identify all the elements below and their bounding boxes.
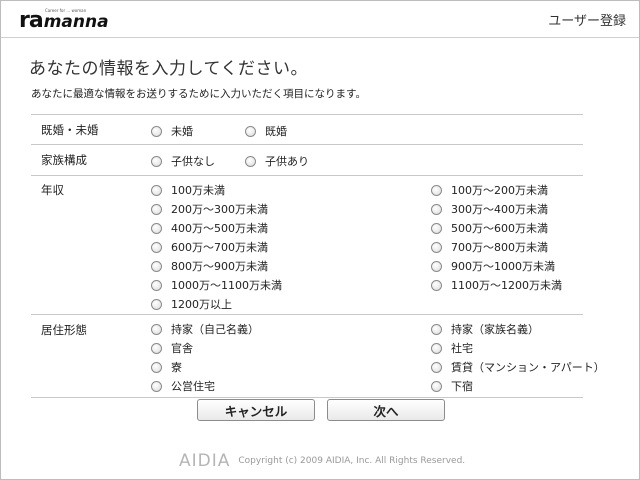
income-option[interactable]: 1000万～1100万未満	[151, 277, 282, 293]
copyright-text: Copyright (c) 2009 AIDIA, Inc. All Right…	[238, 456, 466, 466]
radio-icon[interactable]	[245, 125, 256, 137]
logo-ra: ra	[19, 8, 44, 33]
option-label: 賃貸（マンション・アパート）	[451, 361, 605, 374]
logo-manna: manna	[43, 12, 109, 32]
radio-icon[interactable]	[151, 279, 162, 291]
option-label: 100万～200万未満	[451, 184, 548, 197]
next-button[interactable]: 次へ	[327, 399, 445, 421]
option-label: 500万～600万未満	[451, 222, 548, 235]
residence-option[interactable]: 持家（自己名義）	[151, 321, 259, 337]
family-label: 家族構成	[41, 153, 87, 167]
profile-form: 既婚・未婚 未婚 既婚 家族構成 子供なし 子供あり 年収 100万未満 200…	[31, 114, 605, 398]
residence-label: 居住形態	[41, 323, 87, 337]
family-option-no-children[interactable]: 子供なし	[151, 153, 215, 169]
radio-icon[interactable]	[431, 342, 442, 354]
option-label: 100万未満	[171, 184, 225, 197]
income-option[interactable]: 500万～600万未満	[431, 220, 548, 236]
option-label: 既婚	[265, 125, 287, 138]
residence-option[interactable]: 公営住宅	[151, 378, 215, 394]
residence-option[interactable]: 寮	[151, 359, 182, 375]
ramanna-logo[interactable]: Career for ... woman ra manna	[19, 7, 109, 33]
family-option-has-children[interactable]: 子供あり	[245, 153, 309, 169]
header: Career for ... woman ra manna ユーザー登録	[1, 1, 639, 38]
income-option[interactable]: 600万～700万未満	[151, 239, 268, 255]
income-option[interactable]: 300万～400万未満	[431, 201, 548, 217]
residence-row: 居住形態 持家（自己名義） 官舎 寮 公営住宅 持家（家族名義） 社宅 賃貸（マ…	[31, 314, 605, 398]
marital-row: 既婚・未婚 未婚 既婚	[31, 114, 583, 144]
option-label: 公営住宅	[171, 380, 215, 393]
income-option[interactable]: 200万～300万未満	[151, 201, 268, 217]
residence-option[interactable]: 社宅	[431, 340, 473, 356]
option-label: 寮	[171, 361, 182, 374]
marital-label: 既婚・未婚	[41, 123, 99, 137]
radio-icon[interactable]	[151, 323, 162, 335]
main-heading: あなたの情報を入力してください。	[29, 59, 308, 79]
option-label: 1100万～1200万未満	[451, 279, 562, 292]
radio-icon[interactable]	[151, 184, 162, 196]
radio-icon[interactable]	[431, 260, 442, 272]
income-option[interactable]: 100万～200万未満	[431, 182, 548, 198]
option-label: 下宿	[451, 380, 473, 393]
option-label: 持家（家族名義）	[451, 323, 539, 336]
radio-icon[interactable]	[151, 380, 162, 392]
radio-icon[interactable]	[151, 361, 162, 373]
option-label: 300万～400万未満	[451, 203, 548, 216]
radio-icon[interactable]	[151, 260, 162, 272]
radio-icon[interactable]	[151, 298, 162, 310]
radio-icon[interactable]	[431, 380, 442, 392]
radio-icon[interactable]	[151, 203, 162, 215]
aidia-logo: AIDIA	[179, 451, 231, 471]
option-label: 未婚	[171, 125, 193, 138]
option-label: 400万～500万未満	[171, 222, 268, 235]
option-label: 子供あり	[265, 155, 309, 168]
income-option[interactable]: 800万～900万未満	[151, 258, 268, 274]
income-option[interactable]: 1200万以上	[151, 296, 232, 312]
family-row: 家族構成 子供なし 子供あり	[31, 144, 583, 175]
income-option[interactable]: 400万～500万未満	[151, 220, 268, 236]
income-option[interactable]: 1100万～1200万未満	[431, 277, 562, 293]
option-label: 1200万以上	[171, 298, 232, 311]
radio-icon[interactable]	[431, 222, 442, 234]
radio-icon[interactable]	[151, 155, 162, 167]
option-label: 900万～1000万未満	[451, 260, 555, 273]
residence-option[interactable]: 下宿	[431, 378, 473, 394]
radio-icon[interactable]	[151, 222, 162, 234]
income-label: 年収	[41, 183, 64, 197]
radio-icon[interactable]	[431, 241, 442, 253]
logo-tagline: Career for ... woman	[45, 8, 87, 13]
option-label: 官舎	[171, 342, 193, 355]
radio-icon[interactable]	[245, 155, 256, 167]
residence-option[interactable]: 持家（家族名義）	[431, 321, 539, 337]
page-title: ユーザー登録	[548, 14, 626, 29]
residence-option[interactable]: 賃貸（マンション・アパート）	[431, 359, 605, 375]
marital-option-married[interactable]: 既婚	[245, 123, 287, 139]
option-label: 社宅	[451, 342, 473, 355]
radio-icon[interactable]	[151, 342, 162, 354]
footer: AIDIA Copyright (c) 2009 AIDIA, Inc. All…	[179, 451, 465, 471]
radio-icon[interactable]	[151, 125, 162, 137]
income-option[interactable]: 900万～1000万未満	[431, 258, 555, 274]
option-label: 800万～900万未満	[171, 260, 268, 273]
income-row: 年収 100万未満 200万～300万未満 400万～500万未満 600万～7…	[31, 175, 583, 314]
option-label: 700万～800万未満	[451, 241, 548, 254]
window-frame: Career for ... woman ra manna ユーザー登録 あなた…	[0, 0, 640, 480]
income-option[interactable]: 700万～800万未満	[431, 239, 548, 255]
option-label: 持家（自己名義）	[171, 323, 259, 336]
option-label: 子供なし	[171, 155, 215, 168]
cancel-button[interactable]: キャンセル	[197, 399, 315, 421]
income-option[interactable]: 100万未満	[151, 182, 225, 198]
radio-icon[interactable]	[431, 323, 442, 335]
radio-icon[interactable]	[431, 203, 442, 215]
intro-text: あなたに最適な情報をお送りするために入力いただく項目になります。	[31, 88, 366, 100]
radio-icon[interactable]	[151, 241, 162, 253]
radio-icon[interactable]	[431, 184, 442, 196]
option-label: 200万～300万未満	[171, 203, 268, 216]
radio-icon[interactable]	[431, 361, 442, 373]
option-label: 600万～700万未満	[171, 241, 268, 254]
radio-icon[interactable]	[431, 279, 442, 291]
marital-option-single[interactable]: 未婚	[151, 123, 193, 139]
residence-option[interactable]: 官舎	[151, 340, 193, 356]
option-label: 1000万～1100万未満	[171, 279, 282, 292]
